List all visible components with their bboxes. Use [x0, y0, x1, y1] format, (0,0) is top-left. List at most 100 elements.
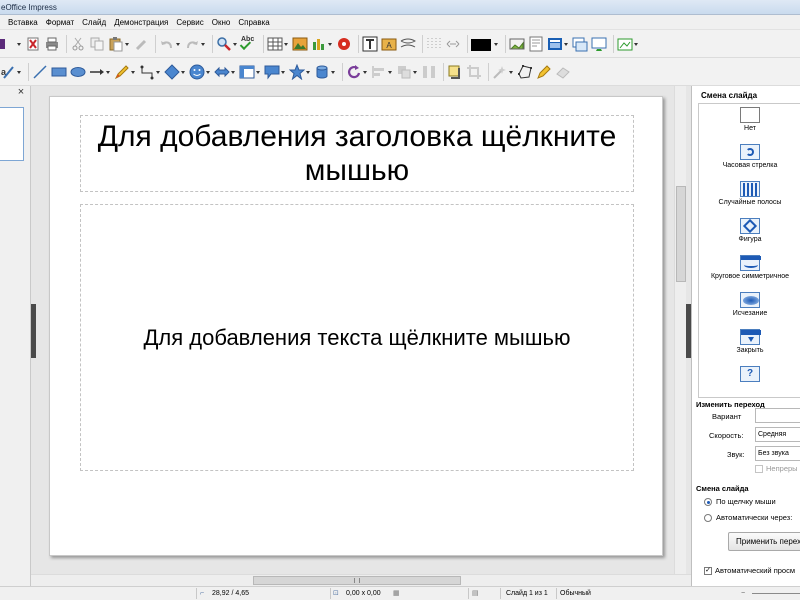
chevron-down-icon[interactable]	[233, 36, 238, 52]
chevron-down-icon[interactable]	[256, 64, 261, 80]
connector-button[interactable]	[400, 33, 417, 55]
apply-transition-button[interactable]: Применить переход	[728, 532, 800, 551]
horizontal-scrollbar[interactable]	[31, 574, 691, 586]
body-placeholder[interactable]: Для добавления текста щёлкните мышью	[80, 204, 634, 471]
on-click-radio-row[interactable]: По щелчку мыши	[704, 497, 776, 507]
chevron-down-icon[interactable]	[17, 64, 22, 80]
chevron-down-icon[interactable]	[201, 36, 206, 52]
line-button[interactable]	[32, 61, 48, 83]
crop-button[interactable]	[466, 61, 482, 83]
chevron-down-icon[interactable]	[413, 64, 418, 80]
chevron-down-icon[interactable]	[363, 64, 368, 80]
chevron-down-icon[interactable]	[328, 36, 333, 52]
rectangle-button[interactable]	[51, 61, 67, 83]
insert-image-button[interactable]	[617, 33, 639, 55]
zoom-out-icon[interactable]: −	[741, 587, 745, 600]
on-click-radio[interactable]	[704, 498, 712, 507]
media-button[interactable]	[336, 33, 352, 55]
zoom-slider[interactable]	[752, 593, 800, 594]
sound-select[interactable]: Без звука	[755, 446, 800, 461]
display-views-button[interactable]	[591, 33, 607, 55]
auto-advance-radio-row[interactable]: Автоматически через:	[704, 513, 792, 523]
export-pdf-button[interactable]	[25, 33, 41, 55]
find-replace-button[interactable]	[216, 33, 238, 55]
image-button[interactable]	[292, 33, 308, 55]
slide-layout-button[interactable]	[528, 33, 544, 55]
callout-button[interactable]	[264, 61, 286, 83]
chevron-down-icon[interactable]	[564, 36, 569, 52]
menu-item[interactable]: Вставка	[4, 15, 42, 30]
menu-item[interactable]: Демонстрация	[110, 15, 172, 30]
slide-button[interactable]	[509, 33, 525, 55]
points-button[interactable]	[517, 61, 533, 83]
chevron-down-icon[interactable]	[306, 64, 311, 80]
text-tool-button[interactable]: a	[0, 61, 22, 83]
ellipse-button[interactable]	[70, 61, 86, 83]
navigator-button[interactable]	[445, 33, 461, 55]
arrange-button[interactable]	[396, 61, 418, 83]
menu-item[interactable]: Слайд	[78, 15, 110, 30]
chevron-down-icon[interactable]	[181, 64, 186, 80]
fontwork-button[interactable]	[536, 61, 552, 83]
table-button[interactable]	[267, 33, 289, 55]
connector-tool-button[interactable]	[139, 61, 161, 83]
slide-show-button[interactable]	[471, 33, 499, 55]
transition-effect-item[interactable]: Фигура	[699, 218, 800, 243]
vertical-scrollbar[interactable]	[674, 86, 686, 576]
new-slide-button[interactable]	[547, 33, 569, 55]
chevron-down-icon[interactable]	[634, 36, 639, 52]
rotate-button[interactable]	[346, 61, 368, 83]
autopreview-checkbox-row[interactable]: ✓ Автоматический просм	[704, 566, 795, 576]
autopreview-checkbox[interactable]: ✓	[704, 567, 712, 576]
slide-thumbnail[interactable]	[0, 107, 24, 161]
print-button[interactable]	[44, 33, 60, 55]
vertical-scroll-thumb[interactable]	[676, 186, 686, 282]
chevron-down-icon[interactable]	[284, 36, 289, 52]
auto-advance-radio[interactable]	[704, 514, 712, 523]
transition-effect-item[interactable]: Исчезание	[699, 292, 800, 317]
align-button[interactable]	[371, 61, 393, 83]
variant-select[interactable]	[755, 408, 800, 423]
chevron-down-icon[interactable]	[281, 64, 286, 80]
chevron-down-icon[interactable]	[231, 64, 236, 80]
slides-pane-close-icon[interactable]: ×	[15, 87, 27, 99]
shadow-button[interactable]	[447, 61, 463, 83]
cut-button[interactable]	[70, 33, 86, 55]
cylinder-button[interactable]	[314, 61, 336, 83]
speed-select[interactable]: Средняя	[755, 427, 800, 442]
chevron-down-icon[interactable]	[388, 64, 393, 80]
flowchart-button[interactable]	[239, 61, 261, 83]
left-pane-collapse-handle[interactable]	[31, 304, 36, 358]
filter-button[interactable]	[492, 61, 514, 83]
extrusion-button[interactable]	[555, 61, 571, 83]
redo-button[interactable]	[184, 33, 206, 55]
pencil-button[interactable]	[114, 61, 136, 83]
undo-button[interactable]	[159, 33, 181, 55]
chevron-down-icon[interactable]	[494, 36, 499, 52]
distribute-button[interactable]	[421, 61, 437, 83]
transition-effect-item[interactable]: Часовая стрелка	[699, 144, 800, 169]
copy-button[interactable]	[89, 33, 105, 55]
paste-button[interactable]	[108, 33, 130, 55]
chevron-down-icon[interactable]	[331, 64, 336, 80]
chevron-down-icon[interactable]	[131, 64, 136, 80]
chevron-down-icon[interactable]	[156, 64, 161, 80]
transition-effect-item[interactable]: Круговое симметричное	[699, 255, 800, 280]
transition-effect-item[interactable]: Нет	[699, 107, 800, 132]
menu-item[interactable]: Окно	[208, 15, 235, 30]
menu-item[interactable]: Формат	[42, 15, 78, 30]
arrow-button[interactable]	[89, 61, 111, 83]
title-placeholder[interactable]: Для добавления заголовка щёлкните мышью	[80, 115, 634, 192]
smiley-button[interactable]	[189, 61, 211, 83]
transition-effect-item[interactable]: Закрыть	[699, 329, 800, 354]
double-arrow-button[interactable]	[214, 61, 236, 83]
chevron-down-icon[interactable]	[17, 36, 22, 52]
chevron-down-icon[interactable]	[509, 64, 514, 80]
diamond-button[interactable]	[164, 61, 186, 83]
loop-sound-checkbox[interactable]	[755, 465, 763, 474]
grid-button[interactable]	[426, 33, 442, 55]
loop-sound-checkbox-row[interactable]: Непреры	[755, 464, 798, 474]
chevron-down-icon[interactable]	[106, 64, 111, 80]
text-box-button[interactable]	[362, 33, 378, 55]
clone-formatting-button[interactable]	[133, 33, 149, 55]
